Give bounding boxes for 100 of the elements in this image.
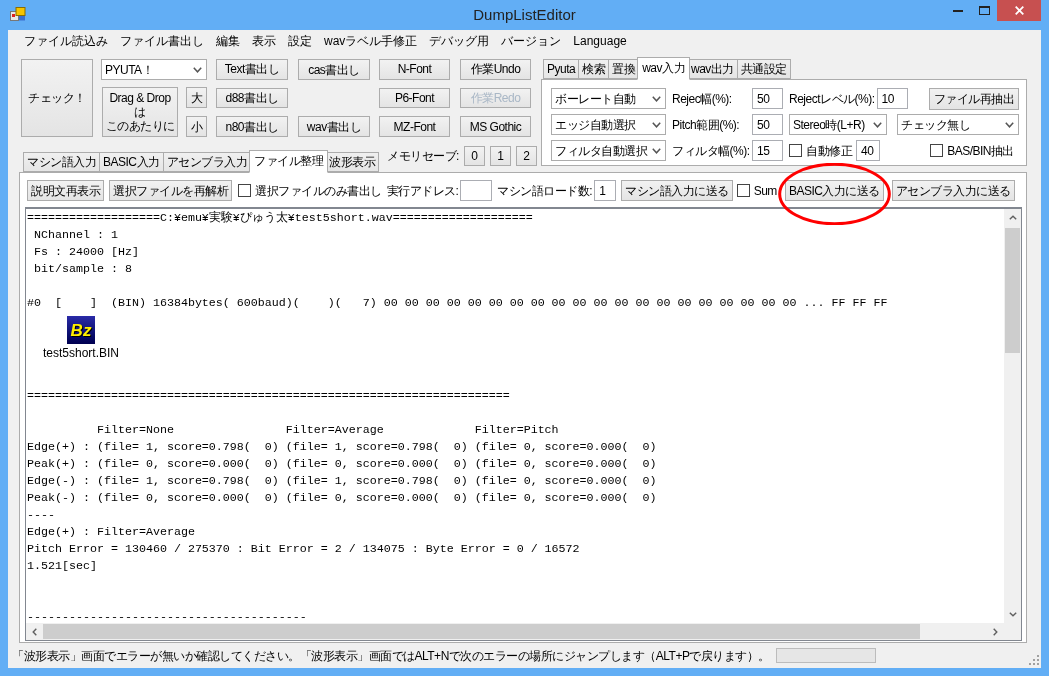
- pitch-range-field[interactable]: 50: [752, 114, 783, 135]
- tab[interactable]: wav入力: [637, 57, 691, 80]
- menu-item[interactable]: 編集: [210, 33, 246, 49]
- send-button[interactable]: アセンブラ入力に送る: [891, 180, 1015, 201]
- field-label: マシン語ロード数:: [497, 182, 593, 200]
- font-button[interactable]: P6-Font: [379, 87, 450, 109]
- drop-area-button[interactable]: Drag & Drop は このあたりに: [102, 87, 178, 137]
- export-button[interactable]: d88書出し: [216, 87, 288, 109]
- menu-item[interactable]: wavラベル手修正: [318, 33, 424, 49]
- output-line: Edge(-) : (file= 1, score=0.798( 0) (file= 1, score=0.798( 0) (file= 0, score=0.000( 0): [27, 473, 657, 490]
- tab[interactable]: wav出力: [687, 59, 738, 79]
- field-label: Rejectレベル(%):: [789, 90, 875, 108]
- checkbox[interactable]: [930, 144, 944, 157]
- machine-select[interactable]: PYUTA！: [101, 59, 207, 80]
- load-count-field[interactable]: 1: [594, 180, 617, 201]
- chevron-down-icon: [1005, 121, 1014, 128]
- action-button[interactable]: 選択ファイルを再解析: [109, 180, 232, 201]
- check-button[interactable]: チェック！: [21, 59, 93, 137]
- enlarge-button[interactable]: 大: [186, 87, 207, 108]
- menu-item[interactable]: 表示: [246, 33, 282, 49]
- menu-item[interactable]: バージョン: [495, 33, 568, 49]
- baud-select[interactable]: ボーレート自動: [551, 88, 666, 109]
- field-label: Rejec幅(%):: [672, 90, 733, 108]
- checkbox[interactable]: [789, 144, 802, 157]
- field-label: 実行アドレス:: [386, 182, 459, 200]
- send-button[interactable]: BASIC入力に送る: [784, 180, 884, 201]
- horizontal-scrollbar[interactable]: [26, 623, 1004, 640]
- check-mode-select[interactable]: チェック無し: [897, 114, 1019, 135]
- output-line: Edge(+) : Filter=Average: [27, 524, 195, 541]
- checkbox-label: Sum: [753, 182, 777, 200]
- vertical-scrollbar[interactable]: [1004, 209, 1021, 623]
- checkbox-label: 自動修正: [806, 142, 852, 160]
- reject-level-field[interactable]: 10: [876, 88, 908, 109]
- tab[interactable]: 検索: [578, 59, 610, 79]
- close-button[interactable]: [997, 0, 1041, 21]
- output-line: Edge(+) : (file= 1, score=0.798( 0) (file= 1, score=0.798( 0) (file= 0, score=0.000( 0): [27, 439, 657, 456]
- maximize-icon: [978, 6, 990, 15]
- tab[interactable]: マシン語入力: [23, 152, 100, 172]
- edge-select[interactable]: エッジ自動選択: [551, 114, 666, 135]
- tab[interactable]: 波形表示: [325, 152, 379, 172]
- reject-width-field[interactable]: 50: [752, 88, 783, 109]
- menu-item[interactable]: ファイル書出し: [114, 33, 210, 49]
- stereo-select[interactable]: Stereo時(L+R): [789, 114, 887, 135]
- chevron-down-icon: [652, 147, 661, 154]
- reextract-button[interactable]: ファイル再抽出: [928, 87, 1019, 110]
- shrink-button[interactable]: 小: [186, 116, 207, 137]
- output-line: ===================C:¥emu¥実験¥ぴゅう太¥test5short.wav====================: [27, 210, 533, 227]
- filter-width-field[interactable]: 15: [752, 140, 783, 161]
- exec-address-field[interactable]: [460, 180, 493, 201]
- tab[interactable]: アセンブラ入力: [162, 152, 251, 172]
- memory-slot-button[interactable]: 2: [515, 146, 537, 166]
- file-label: test5short.BIN: [43, 346, 119, 361]
- export-button[interactable]: Text書出し: [216, 59, 288, 80]
- output-line: Fs : 24000 [Hz]: [33, 244, 139, 261]
- action-button[interactable]: 説明文再表示: [27, 180, 104, 201]
- edit-button[interactable]: MS Gothic: [460, 116, 531, 137]
- chevron-down-icon: [1008, 612, 1017, 617]
- chevron-down-icon: [652, 95, 661, 102]
- output-line: bit/sample : 8: [33, 261, 132, 278]
- export-button[interactable]: cas書出し: [298, 59, 370, 80]
- chevron-right-icon: [993, 627, 998, 636]
- window-title: DumpListEditor: [473, 6, 576, 24]
- export-button[interactable]: n80書出し: [216, 116, 288, 137]
- output-line: Peak(+) : (file= 0, score=0.000( 0) (file= 0, score=0.000( 0) (file= 0, score=0.000( 0): [27, 456, 657, 473]
- memory-slot-button[interactable]: 1: [489, 146, 511, 166]
- checkbox[interactable]: [736, 184, 750, 197]
- scroll-thumb[interactable]: [1005, 228, 1020, 353]
- output-line: 1.521[sec]: [27, 558, 97, 575]
- chevron-up-icon: [1008, 215, 1017, 220]
- font-button[interactable]: MZ-Font: [379, 116, 450, 137]
- resize-grip-icon[interactable]: [1029, 655, 1039, 665]
- export-button[interactable]: wav書出し: [298, 116, 370, 137]
- tab[interactable]: Pyuta: [543, 59, 580, 79]
- send-button[interactable]: マシン語入力に送る: [621, 180, 733, 201]
- minimize-icon: [953, 9, 963, 12]
- menu-item[interactable]: 設定: [282, 33, 318, 49]
- filter-select[interactable]: フィルタ自動選択: [551, 140, 666, 161]
- field-label: Pitch範囲(%):: [672, 116, 741, 134]
- auto-fix-field[interactable]: 40: [856, 140, 880, 161]
- tab[interactable]: BASIC入力: [99, 152, 164, 172]
- menu-item[interactable]: デバッグ用: [423, 33, 496, 49]
- memory-slot-button[interactable]: 0: [463, 146, 485, 166]
- scroll-thumb[interactable]: [43, 624, 920, 639]
- menu-item[interactable]: ファイル読込み: [18, 33, 114, 49]
- chevron-left-icon: [32, 627, 37, 636]
- output-line: Filter=None Filter=Average Filter=Pitch: [95, 422, 559, 439]
- tab[interactable]: 置換: [608, 59, 640, 79]
- tab[interactable]: 共通設定: [736, 59, 791, 79]
- file-logo: Bz: [67, 316, 95, 344]
- chevron-down-icon: [193, 66, 202, 73]
- app-icon: [10, 7, 26, 21]
- field-label: フィルタ幅(%):: [672, 142, 751, 160]
- font-button[interactable]: N-Font: [379, 59, 450, 80]
- menu-item[interactable]: Language: [567, 33, 633, 49]
- output-line: #0 [ ] (BIN) 16384bytes( 600baud)( )( 7) 00 00 00 00 00 00 00 00 00 00 00 00 00 00 00 00 00 00 00 00 ... FF FF FF: [27, 295, 888, 312]
- edit-button[interactable]: 作業Undo: [460, 59, 531, 80]
- output-line: NChannel : 1: [33, 227, 118, 244]
- memory-save-label: メモリセーブ:: [387, 148, 459, 165]
- checkbox[interactable]: [238, 184, 251, 197]
- tab[interactable]: ファイル整理: [249, 150, 328, 173]
